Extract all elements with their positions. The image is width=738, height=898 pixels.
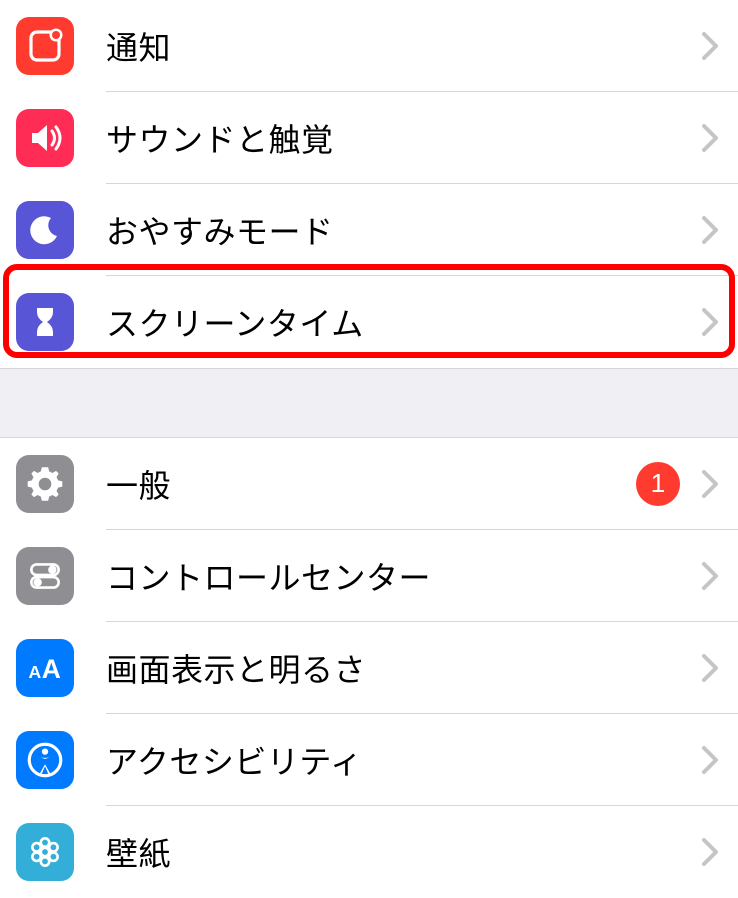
- chevron-right-icon: [702, 32, 718, 60]
- settings-row-label: アクセシビリティ: [106, 737, 702, 783]
- settings-row-notifications[interactable]: 通知: [0, 0, 738, 92]
- chevron-right-icon: [702, 216, 718, 244]
- notifications-icon: [16, 17, 74, 75]
- settings-row-dnd[interactable]: おやすみモード: [0, 184, 738, 276]
- section-divider: [0, 368, 738, 438]
- screentime-icon: [16, 293, 74, 351]
- svg-text:A: A: [42, 654, 61, 684]
- settings-row-general[interactable]: 一般 1: [0, 438, 738, 530]
- settings-row-label: 一般: [106, 461, 636, 507]
- accessibility-icon: [16, 731, 74, 789]
- settings-row-label: おやすみモード: [106, 207, 702, 253]
- settings-list: 通知 サウンドと触覚 おやすみモード: [0, 0, 738, 898]
- settings-row-label: サウンドと触覚: [106, 115, 702, 161]
- chevron-right-icon: [702, 124, 718, 152]
- wallpaper-icon: [16, 823, 74, 881]
- control-center-icon: [16, 547, 74, 605]
- settings-row-label: スクリーンタイム: [106, 299, 702, 345]
- dnd-icon: [16, 201, 74, 259]
- svg-text:A: A: [29, 662, 42, 682]
- chevron-right-icon: [702, 562, 718, 590]
- settings-row-label: 壁紙: [106, 829, 702, 875]
- chevron-right-icon: [702, 308, 718, 336]
- chevron-right-icon: [702, 746, 718, 774]
- settings-row-wallpaper[interactable]: 壁紙: [0, 806, 738, 898]
- settings-row-display[interactable]: AA 画面表示と明るさ: [0, 622, 738, 714]
- chevron-right-icon: [702, 654, 718, 682]
- notification-badge: 1: [636, 462, 680, 506]
- settings-row-screentime[interactable]: スクリーンタイム: [0, 276, 738, 368]
- settings-row-label: コントロールセンター: [106, 553, 702, 599]
- sounds-icon: [16, 109, 74, 167]
- settings-row-accessibility[interactable]: アクセシビリティ: [0, 714, 738, 806]
- chevron-right-icon: [702, 838, 718, 866]
- general-icon: [16, 455, 74, 513]
- settings-row-label: 通知: [106, 23, 702, 69]
- settings-row-label: 画面表示と明るさ: [106, 645, 702, 691]
- settings-row-control-center[interactable]: コントロールセンター: [0, 530, 738, 622]
- display-icon: AA: [16, 639, 74, 697]
- chevron-right-icon: [702, 470, 718, 498]
- settings-row-sounds[interactable]: サウンドと触覚: [0, 92, 738, 184]
